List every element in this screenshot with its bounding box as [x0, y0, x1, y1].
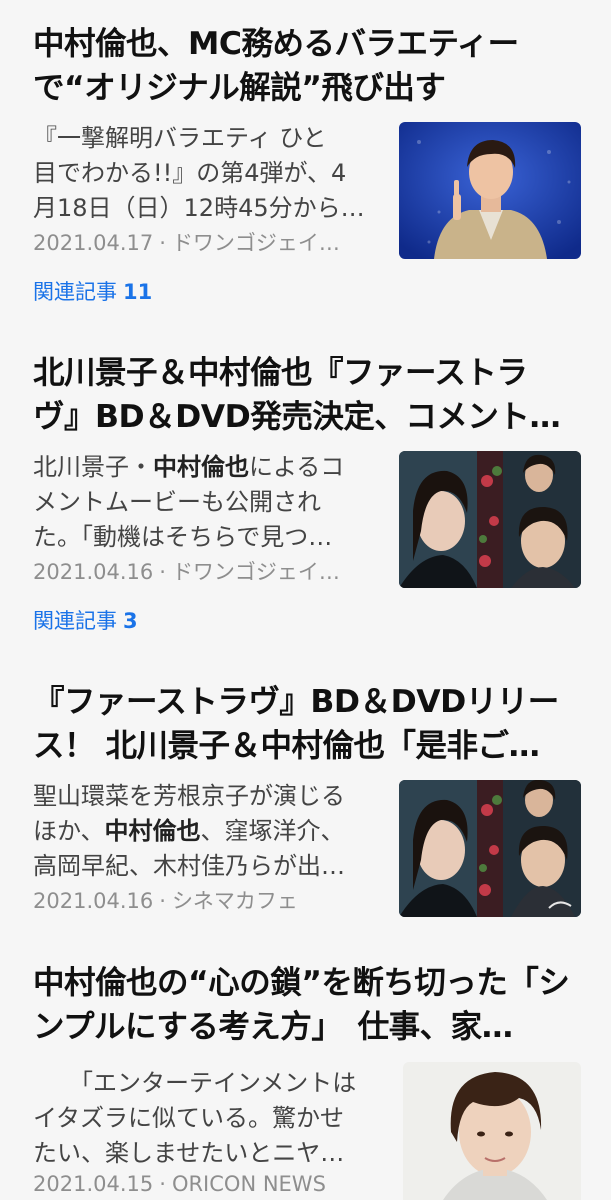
related-articles-link[interactable]: 関連記事 11	[33, 277, 152, 307]
summary-text: 北川景子・	[33, 453, 153, 481]
title-line: 中村倫也の“心の鎖”を断ち切った「シ	[33, 965, 570, 1001]
article-source: シネマカフェ	[171, 889, 298, 913]
title-line: ヴ』BD＆DVD発売決定、コメント…	[33, 399, 561, 435]
meta-separator: ·	[159, 560, 166, 584]
article-title[interactable]: 『ファーストラヴ』BD＆DVDリリー ス！ 北川景子＆中村倫也「是非ご…	[33, 680, 579, 768]
article-thumbnail[interactable]	[399, 451, 581, 588]
article-meta: 2021.04.17 · ドワンゴジェイ…	[33, 228, 373, 258]
summary-line: イタズラに似ている。驚かせ	[33, 1104, 345, 1132]
summary-line: 月18日（日）12時45分から…	[33, 194, 365, 222]
highlight-keyword: 中村倫也	[104, 817, 201, 845]
article-summary: 北川景子・中村倫也によるコ メントムービーも公開され た。「動機はそちらで見つ…	[33, 450, 381, 555]
article-summary: 「エンターテインメントは イタズラに似ている。驚かせ たい、楽しませたいとニヤ…	[33, 1066, 381, 1171]
related-label: 関連記事	[33, 280, 117, 304]
related-label: 関連記事	[33, 609, 117, 633]
article-date: 2021.04.16	[33, 560, 154, 584]
article-thumbnail[interactable]	[399, 780, 581, 917]
title-line: 北川景子＆中村倫也『ファーストラ	[33, 355, 528, 391]
summary-text: によるコ	[249, 453, 345, 481]
article-summary: 『一撃解明バラエティ ひと 目でわかる!!』の第4弾が、4 月18日（日）12時…	[33, 121, 381, 226]
article-card[interactable]: 『ファーストラヴ』BD＆DVDリリー ス！ 北川景子＆中村倫也「是非ご… 聖山環…	[0, 680, 611, 940]
article-card[interactable]: 北川景子＆中村倫也『ファーストラ ヴ』BD＆DVD発売決定、コメント… 北川景子…	[0, 351, 611, 651]
summary-line: た。「動機はそちらで見つ…	[33, 523, 333, 551]
article-meta: 2021.04.16 · ドワンゴジェイ…	[33, 557, 373, 587]
article-source: ORICON NEWS	[171, 1172, 326, 1196]
news-feed: 中村倫也、MC務めるバラエティー で“オリジナル解説”飛び出す 『一撃解明バラエ…	[0, 0, 611, 1200]
summary-line: 『一撃解明バラエティ ひと	[33, 124, 327, 152]
article-title[interactable]: 北川景子＆中村倫也『ファーストラ ヴ』BD＆DVD発売決定、コメント…	[33, 351, 579, 439]
summary-line: たい、楽しませたいとニヤ…	[33, 1139, 345, 1167]
article-card[interactable]: 中村倫也の“心の鎖”を断ち切った「シ ンプルにする考え方」 仕事、家… 「エンタ…	[0, 961, 611, 1200]
article-date: 2021.04.15	[33, 1172, 154, 1196]
title-line: ンプルにする考え方」 仕事、家…	[33, 1009, 513, 1045]
article-date: 2021.04.17	[33, 231, 154, 255]
summary-line: 「エンターテインメントは	[69, 1069, 357, 1097]
article-meta: 2021.04.15 · ORICON NEWS	[33, 1169, 373, 1199]
article-title[interactable]: 中村倫也の“心の鎖”を断ち切った「シ ンプルにする考え方」 仕事、家…	[33, 961, 579, 1049]
summary-line: ほか、中村倫也、窪塚洋介、	[33, 814, 381, 849]
related-count: 3	[123, 609, 138, 633]
article-thumbnail[interactable]	[403, 1062, 581, 1200]
meta-separator: ·	[159, 1172, 166, 1196]
summary-line: 高岡早紀、木村佳乃らが出…	[33, 852, 345, 880]
article-date: 2021.04.16	[33, 889, 154, 913]
thumbnail-image	[399, 780, 581, 917]
title-line: ス！ 北川景子＆中村倫也「是非ご…	[33, 728, 540, 764]
article-source: ドワンゴジェイ…	[171, 560, 340, 584]
meta-separator: ·	[159, 231, 166, 255]
summary-line: 北川景子・中村倫也によるコ	[33, 450, 381, 485]
summary-line: 聖山環菜を芳根京子が演じる	[33, 782, 345, 810]
article-card[interactable]: 中村倫也、MC務めるバラエティー で“オリジナル解説”飛び出す 『一撃解明バラエ…	[0, 22, 611, 322]
summary-line: 目でわかる!!』の第4弾が、4	[33, 159, 347, 187]
thumbnail-image	[399, 122, 581, 259]
summary-line: メントムービーも公開され	[33, 488, 321, 516]
article-thumbnail[interactable]	[399, 122, 581, 259]
summary-text: ほか、	[33, 817, 105, 845]
article-meta: 2021.04.16 · シネマカフェ	[33, 886, 373, 916]
article-summary: 聖山環菜を芳根京子が演じる ほか、中村倫也、窪塚洋介、 高岡早紀、木村佳乃らが出…	[33, 779, 381, 884]
title-line: で“オリジナル解説”飛び出す	[33, 70, 446, 106]
highlight-keyword: 中村倫也	[153, 453, 249, 481]
title-line: 中村倫也、MC務めるバラエティー	[33, 26, 519, 62]
related-count: 11	[123, 280, 153, 304]
related-articles-link[interactable]: 関連記事 3	[33, 606, 138, 636]
thumbnail-image	[399, 451, 581, 588]
article-title[interactable]: 中村倫也、MC務めるバラエティー で“オリジナル解説”飛び出す	[33, 22, 579, 110]
title-line: 『ファーストラヴ』BD＆DVDリリー	[33, 684, 559, 720]
article-source: ドワンゴジェイ…	[171, 231, 340, 255]
summary-text: 、窪塚洋介、	[200, 817, 345, 845]
meta-separator: ·	[159, 889, 166, 913]
thumbnail-image	[403, 1062, 581, 1200]
